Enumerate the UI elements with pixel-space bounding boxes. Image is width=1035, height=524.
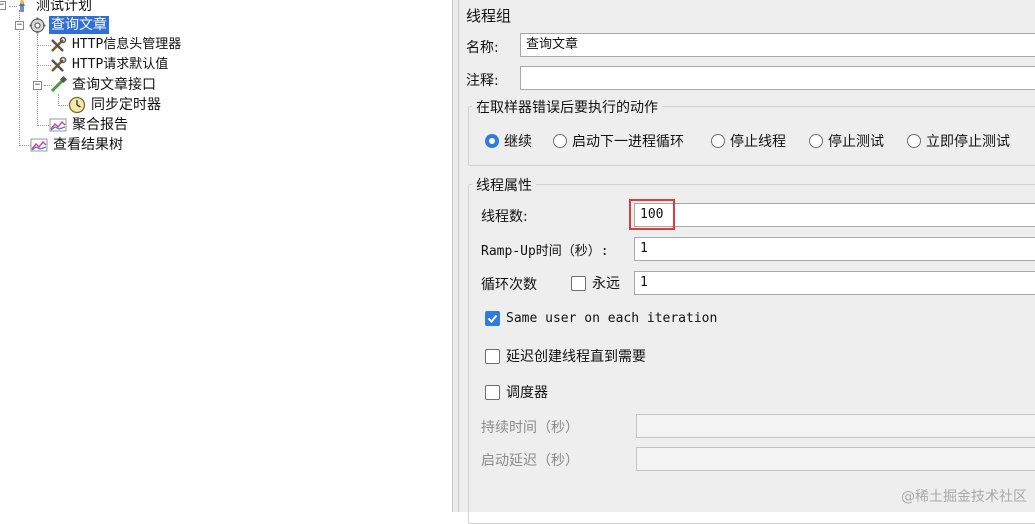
watermark: @稀土掘金技术社区 [901,489,1027,505]
check-icon [485,311,500,326]
rampup-field[interactable]: 1 [634,237,1035,261]
radio-label: 停止测试 [828,134,884,150]
wrench-icon [49,36,67,54]
radio-label: 启动下一进程循环 [572,134,684,150]
duration-label: 持续时间（秒） [481,420,579,436]
action-stop-thread-radio[interactable]: 停止线程 [711,131,786,151]
pipette-icon [49,76,67,94]
tree-node-label: HTTP信息头管理器 [72,37,182,52]
graph-icon [30,136,48,154]
tree-node-thread-group[interactable]: 查询文章 [28,15,109,35]
name-field[interactable]: 查询文章 [520,33,1035,57]
action-continue-radio[interactable]: 继续 [485,131,532,151]
radio-label: 继续 [504,134,532,150]
loop-count-field[interactable]: 1 [634,271,1035,295]
tree-node-sampler[interactable]: 查询文章接口 [49,75,158,95]
radio-circle [809,134,823,148]
test-plan-tree: − − − 测试计划 查询文章 HTTP信息头管理器 HTTP请求默认值 查询文… [0,0,452,512]
tree-node-label: 查询文章接口 [72,77,156,93]
duration-field [636,414,1035,438]
collapse-sampler-toggle[interactable]: − [33,81,42,90]
tree-node-request-defaults[interactable]: HTTP请求默认值 [49,55,170,75]
checkbox-box [485,348,500,364]
page-title: 线程组 [466,7,512,25]
gear-icon [28,16,46,34]
tree-node-aggregate-report[interactable]: 聚合报告 [49,115,130,135]
tree-connector [19,26,20,146]
action-start-next-loop-radio[interactable]: 启动下一进程循环 [553,131,684,151]
delay-thread-creation-checkbox[interactable]: 延迟创建线程直到需要 [485,346,646,366]
checkbox-box [571,275,586,291]
collapse-thread-group-toggle[interactable]: − [15,21,24,30]
checkbox-label: 调度器 [506,385,548,401]
loop-count-label: 循环次数 [481,277,537,293]
checkbox-box [485,384,500,400]
rampup-label: Ramp-Up时间（秒）: [481,244,609,259]
panel-splitter[interactable] [452,0,459,512]
startup-delay-label: 启动延迟（秒） [481,453,579,469]
tree-node-label: 查看结果树 [53,137,123,153]
tree-node-label: 聚合报告 [72,117,128,133]
collapse-test-plan-toggle[interactable]: − [0,1,6,10]
action-stop-test-now-radio[interactable]: 立即停止测试 [907,131,1010,151]
radio-circle [711,134,725,148]
radio-circle [907,134,921,148]
radio-circle [553,134,567,148]
checkbox-label: 永远 [592,276,620,292]
threads-field[interactable]: 100 [634,203,1035,227]
tree-node-timer[interactable]: 同步定时器 [68,95,163,115]
error-action-group-title: 在取样器错误后要执行的动作 [472,97,662,117]
radio-label: 立即停止测试 [926,134,1010,150]
tree-node-results-tree[interactable]: 查看结果树 [30,135,125,155]
radio-circle [485,134,499,148]
radio-label: 停止线程 [730,134,786,150]
checkbox-label: Same user on each iteration [506,311,718,326]
threads-highlight-box [629,199,675,230]
thread-group-panel: 线程组 名称: 查询文章 注释: 在取样器错误后要执行的动作 继续 启动下一进程… [459,0,1035,524]
clock-icon [68,96,86,114]
graph-icon [49,116,67,134]
test-plan-icon [13,0,31,15]
checkbox-label: 延迟创建线程直到需要 [506,349,646,365]
tree-node-label: 测试计划 [36,0,92,14]
same-user-checkbox[interactable]: Same user on each iteration [485,311,717,326]
tree-node-label: 查询文章 [49,16,109,34]
action-stop-test-radio[interactable]: 停止测试 [809,131,884,151]
tree-node-label: HTTP请求默认值 [72,57,169,72]
startup-delay-field [636,447,1035,471]
name-label: 名称: [466,40,499,56]
comment-label: 注释: [466,73,499,89]
tree-node-label: 同步定时器 [91,97,161,113]
tree-node-test-plan[interactable]: 测试计划 [13,0,94,16]
comment-field[interactable] [520,66,1035,90]
scheduler-checkbox[interactable]: 调度器 [485,382,548,402]
threads-label: 线程数: [481,209,528,225]
thread-properties-title: 线程属性 [472,175,536,195]
wrench-icon [49,56,67,74]
forever-checkbox[interactable]: 永远 [571,273,620,293]
tree-node-header-manager[interactable]: HTTP信息头管理器 [49,35,183,55]
